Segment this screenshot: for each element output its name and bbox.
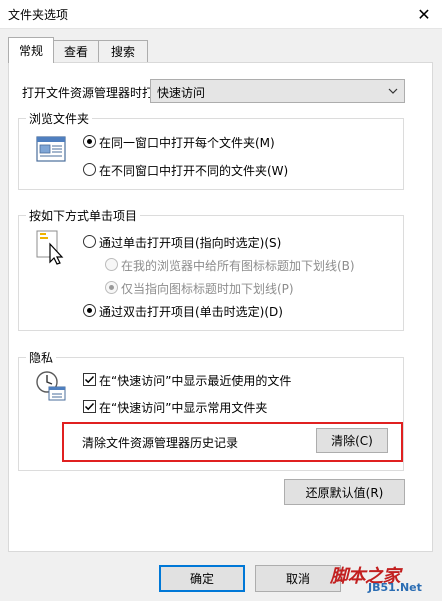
tab-general-label: 常规 bbox=[18, 44, 43, 58]
tab-search-label: 搜索 bbox=[110, 45, 135, 59]
same-window-label: 在同一窗口中打开每个文件夹(M) bbox=[99, 136, 275, 150]
pointer-click-icon bbox=[36, 230, 66, 269]
browse-folders-group bbox=[18, 118, 404, 190]
single-click-label: 通过单击打开项目(指向时选定)(S) bbox=[99, 236, 282, 250]
close-button[interactable]: ✕ bbox=[406, 0, 442, 28]
underline-hover-label: 仅当指向图标标题时加下划线(P) bbox=[121, 282, 294, 296]
cancel-button[interactable]: 取消 bbox=[255, 565, 341, 592]
radio-underline-all[interactable] bbox=[105, 258, 118, 271]
title-bar: 文件夹选项 ✕ bbox=[0, 0, 442, 29]
checkmark-icon bbox=[84, 375, 95, 384]
double-click-label: 通过双击打开项目(单击时选定)(D) bbox=[99, 305, 283, 319]
checkbox-recent-files[interactable] bbox=[83, 373, 96, 386]
restore-defaults-label: 还原默认值(R) bbox=[305, 485, 384, 500]
chevron-down-icon bbox=[387, 83, 399, 102]
recent-files-label: 在“快速访问”中显示最近使用的文件 bbox=[99, 374, 292, 388]
radio-single-click[interactable] bbox=[83, 235, 96, 248]
folder-window-icon bbox=[36, 136, 66, 165]
window-title: 文件夹选项 bbox=[8, 8, 69, 22]
open-explorer-label: 打开文件资源管理器时打 bbox=[22, 86, 155, 100]
radio-underline-hover[interactable] bbox=[105, 281, 118, 294]
cancel-button-label: 取消 bbox=[285, 572, 310, 586]
close-icon: ✕ bbox=[417, 4, 431, 24]
checkmark-icon bbox=[84, 402, 95, 411]
open-explorer-value: 快速访问 bbox=[157, 86, 206, 100]
tab-search[interactable]: 搜索 bbox=[98, 40, 148, 62]
tab-view[interactable]: 查看 bbox=[53, 40, 99, 62]
ok-button[interactable]: 确定 bbox=[159, 565, 245, 592]
radio-same-window[interactable] bbox=[83, 135, 96, 148]
frequent-folders-label: 在“快速访问”中显示常用文件夹 bbox=[99, 401, 268, 415]
clear-button-label: 清除(C) bbox=[331, 434, 373, 448]
ok-button-label: 确定 bbox=[189, 572, 214, 586]
clear-history-label: 清除文件资源管理器历史记录 bbox=[82, 436, 239, 450]
browse-folders-legend: 浏览文件夹 bbox=[26, 110, 93, 127]
new-window-label: 在不同窗口中打开不同的文件夹(W) bbox=[99, 164, 289, 178]
checkbox-frequent-folders[interactable] bbox=[83, 400, 96, 413]
click-items-legend: 按如下方式单击项目 bbox=[26, 207, 141, 224]
open-explorer-select[interactable]: 快速访问 bbox=[150, 79, 405, 103]
clear-button[interactable]: 清除(C) bbox=[316, 428, 388, 453]
restore-defaults-button[interactable]: 还原默认值(R) bbox=[284, 479, 405, 505]
tab-view-label: 查看 bbox=[63, 45, 88, 59]
radio-new-window[interactable] bbox=[83, 163, 96, 176]
watermark-url: JB51.Net bbox=[368, 581, 422, 594]
history-clock-icon bbox=[35, 370, 67, 405]
tab-general[interactable]: 常规 bbox=[8, 37, 54, 63]
radio-double-click[interactable] bbox=[83, 304, 96, 317]
underline-all-label: 在我的浏览器中给所有图标标题加下划线(B) bbox=[121, 259, 355, 273]
privacy-legend: 隐私 bbox=[26, 349, 57, 366]
